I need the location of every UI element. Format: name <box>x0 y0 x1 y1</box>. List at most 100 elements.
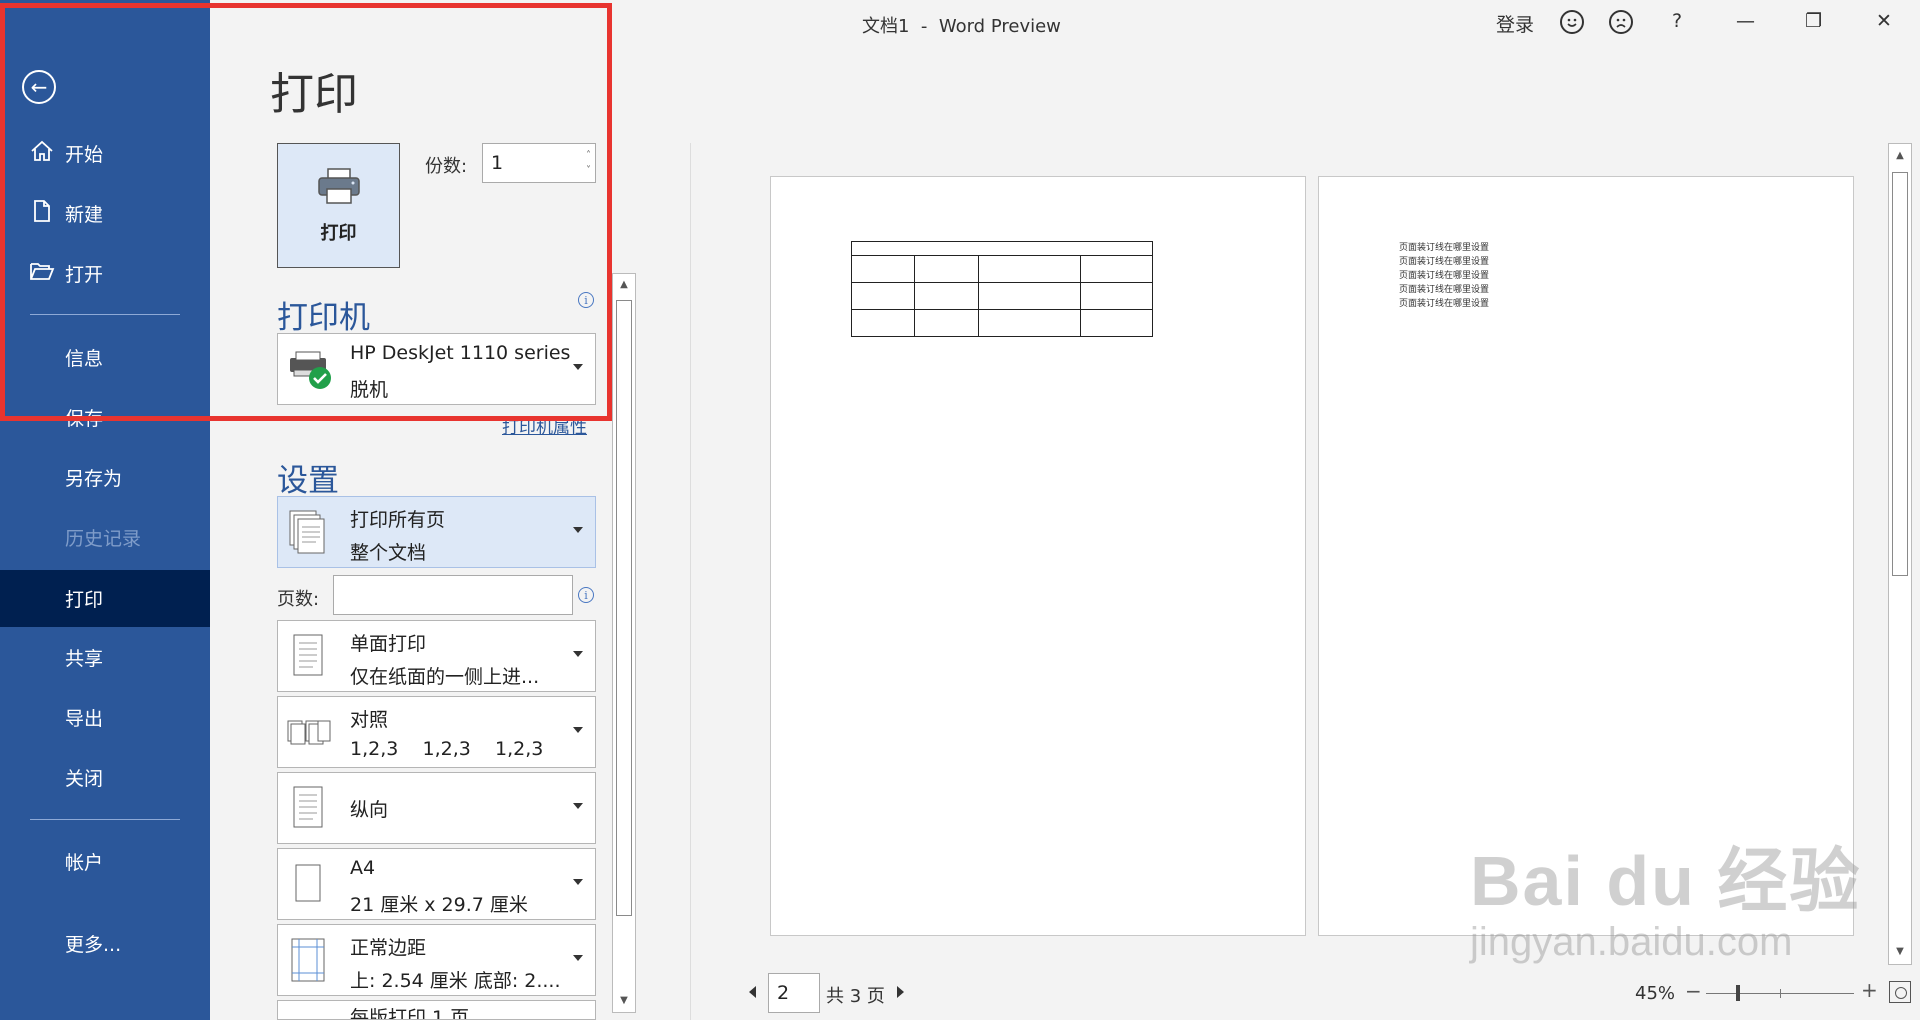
help-icon[interactable]: ? <box>1672 10 1682 32</box>
table-cell <box>914 282 979 310</box>
setting-primary: 打印所有页 <box>350 509 446 531</box>
copies-value: 1 <box>491 152 504 174</box>
watermark-logo-text: Bai du 经验 <box>1470 842 1862 920</box>
info-icon[interactable]: i <box>578 292 594 308</box>
copies-input[interactable]: 1 ˄ ˅ <box>482 143 596 183</box>
restore-icon[interactable]: ❐ <box>1805 10 1822 32</box>
setting-primary: A4 <box>350 857 376 879</box>
sidebar-item-new[interactable]: 新建 <box>0 186 210 240</box>
sidebar-item-open[interactable]: 打开 <box>0 246 210 300</box>
info-icon[interactable]: i <box>578 587 594 603</box>
margins-dropdown[interactable]: 正常边距 上: 2.54 厘米 底部: 2.... <box>277 924 596 996</box>
home-icon <box>29 140 55 167</box>
chevron-down-icon <box>573 364 583 370</box>
sidebar-item-export[interactable]: 导出 <box>0 690 210 744</box>
watermark-url: jingyan.baidu.com <box>1470 920 1793 964</box>
sign-in-link[interactable]: 登录 <box>1496 10 1534 37</box>
zoom-slider-handle[interactable] <box>1736 985 1740 1001</box>
table-cell <box>1080 282 1153 310</box>
table-cell <box>914 309 979 337</box>
sidebar-item-label: 新建 <box>65 203 104 226</box>
collate-icon <box>286 707 331 757</box>
next-page-icon[interactable] <box>897 986 904 998</box>
scroll-down-icon[interactable]: ▼ <box>616 992 632 1010</box>
chevron-down-icon <box>573 879 583 885</box>
printer-icon <box>316 167 362 209</box>
panel-scrollbar[interactable]: ▲ ▼ <box>612 273 636 1013</box>
scroll-up-icon[interactable]: ▲ <box>616 276 632 294</box>
setting-primary: 单面打印 <box>350 633 427 655</box>
sides-dropdown[interactable]: 单面打印 仅在纸面的一侧上进... <box>277 620 596 692</box>
smile-icon[interactable] <box>1560 10 1584 34</box>
frown-icon[interactable] <box>1609 10 1633 34</box>
previous-page-icon[interactable] <box>749 986 756 998</box>
collation-dropdown[interactable]: 对照 1,2,3 1,2,3 1,2,3 <box>277 696 596 768</box>
sidebar-item-label: 关闭 <box>65 767 104 790</box>
sidebar-item-label: 共享 <box>65 647 104 670</box>
portrait-icon <box>286 783 330 833</box>
chevron-down-icon <box>573 727 583 733</box>
print-button[interactable]: 打印 <box>277 143 400 268</box>
sidebar-item-label: 开始 <box>65 143 104 166</box>
table-cell <box>851 255 915 283</box>
zoom-slider-midmark <box>1780 989 1781 998</box>
back-arrow-icon[interactable]: ← <box>22 70 56 104</box>
sidebar-divider <box>30 314 180 315</box>
printer-properties-link[interactable]: 打印机属性 <box>502 413 587 438</box>
table-cell <box>1080 309 1153 337</box>
total-pages-label: 共 3 页 <box>826 986 885 1007</box>
pages-input[interactable] <box>333 575 573 615</box>
chevron-down-icon <box>573 955 583 961</box>
close-icon[interactable]: ✕ <box>1876 10 1892 32</box>
sidebar-item-info[interactable]: 信息 <box>0 330 210 384</box>
text-line: 页面装订线在哪里设置 <box>1399 271 1490 281</box>
sidebar-item-share[interactable]: 共享 <box>0 630 210 684</box>
scrollbar-thumb[interactable] <box>1892 172 1908 576</box>
paper-size-dropdown[interactable]: A4 21 厘米 x 29.7 厘米 <box>277 848 596 920</box>
scroll-down-icon[interactable]: ▼ <box>1892 942 1908 962</box>
zoom-to-page-icon[interactable] <box>1889 981 1911 1003</box>
sidebar-item-account[interactable]: 帐户 <box>0 834 210 888</box>
zoom-percentage[interactable]: 45% <box>1635 983 1675 1004</box>
word-backstage-print-view: ← 开始 新建 打开 信息 保存 另存为 历史记录 打印 共享 导出 关闭 帐户… <box>0 0 1920 1020</box>
preview-page-right: 页面装订线在哪里设置 页面装订线在哪里设置 页面装订线在哪里设置 页面装订线在哪… <box>1318 176 1854 936</box>
sidebar-item-save[interactable]: 保存 <box>0 390 210 444</box>
pages-label: 页数: <box>277 589 320 610</box>
copies-spinner[interactable]: ˄ ˅ <box>586 148 591 178</box>
sidebar-item-label: 另存为 <box>65 467 123 490</box>
sidebar-item-more[interactable]: 更多... <box>0 916 210 970</box>
chevron-down-icon <box>573 527 583 533</box>
margins-icon <box>286 935 330 985</box>
table-cell <box>978 282 1081 310</box>
paper-icon <box>286 859 330 909</box>
sidebar-item-close[interactable]: 关闭 <box>0 750 210 804</box>
setting-secondary: 21 厘米 x 29.7 厘米 <box>350 894 528 916</box>
baidu-watermark: Bai du 经验 jingyan.baidu.com <box>1470 825 1861 965</box>
sidebar-item-label: 保存 <box>65 407 104 430</box>
preview-scrollbar[interactable]: ▲ ▼ <box>1888 143 1912 965</box>
pages-per-sheet-dropdown[interactable]: 每版打印 1 页 <box>277 1000 596 1020</box>
text-line: 页面装订线在哪里设置 <box>1399 243 1490 253</box>
title-bar: 文档1 - Word Preview 登录 ? — ❐ ✕ <box>610 0 1920 46</box>
page-text: 页面装订线在哪里设置 页面装订线在哪里设置 页面装订线在哪里设置 页面装订线在哪… <box>1399 241 1489 311</box>
minimize-icon[interactable]: — <box>1736 10 1755 32</box>
printer-dropdown[interactable]: HP DeskJet 1110 series 脱机 <box>277 333 596 405</box>
print-range-dropdown[interactable]: 打印所有页 整个文档 <box>277 496 596 568</box>
sidebar-item-home[interactable]: 开始 <box>0 126 210 180</box>
scroll-up-icon[interactable]: ▲ <box>1892 146 1908 166</box>
current-page-input[interactable]: 2 <box>768 973 820 1013</box>
sidebar-item-label: 历史记录 <box>65 527 142 550</box>
setting-primary: 每版打印 1 页 <box>350 1007 470 1020</box>
sidebar-item-print[interactable]: 打印 <box>0 570 210 627</box>
preview-divider <box>690 143 691 1020</box>
print-settings-panel: 打印 打印 份数: 1 ˄ ˅ 打印机 i HP DeskJet 1110 se… <box>210 0 636 1020</box>
single-sided-icon <box>286 631 330 681</box>
orientation-dropdown[interactable]: 纵向 <box>277 772 596 844</box>
zoom-out-button[interactable]: − <box>1685 979 1702 1003</box>
scrollbar-thumb[interactable] <box>616 300 632 916</box>
sidebar-item-save-as[interactable]: 另存为 <box>0 450 210 504</box>
sidebar-item-label: 打开 <box>65 263 104 286</box>
zoom-in-button[interactable]: + <box>1861 978 1878 1002</box>
setting-primary: 纵向 <box>350 799 389 821</box>
printer-status: 脱机 <box>350 379 389 401</box>
